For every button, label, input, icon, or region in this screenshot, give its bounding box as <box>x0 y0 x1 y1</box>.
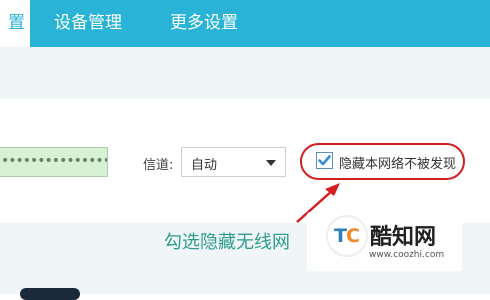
channel-select[interactable]: 自动 <box>181 147 286 177</box>
watermark-logo-letter-c: C <box>346 225 360 247</box>
top-nav-bar: 置 设备管理 更多设置 <box>0 0 490 47</box>
watermark-url: www.coozhi.com <box>369 250 445 260</box>
watermark-logo-icon: T C <box>326 215 368 257</box>
tab-device-management[interactable]: 设备管理 <box>54 0 122 47</box>
section-divider <box>0 47 490 99</box>
channel-select-value: 自动 <box>191 158 218 173</box>
annotation-text: 勾选隐藏无线网 <box>164 232 290 253</box>
tab-wireless-settings[interactable]: 置 <box>0 0 30 47</box>
wifi-password-field[interactable]: •••••••••••••••• <box>0 147 108 177</box>
channel-label: 信道: <box>143 158 174 173</box>
tab-more-settings[interactable]: 更多设置 <box>170 0 238 47</box>
chevron-down-icon <box>266 160 276 166</box>
tab-wireless-settings-label: 置 <box>8 13 25 33</box>
watermark-name: 酷知网 <box>370 225 437 250</box>
checkmark-icon <box>318 155 331 166</box>
hide-network-label: 隐藏本网络不被发现 <box>339 157 457 172</box>
bottom-button-edge[interactable] <box>20 288 80 300</box>
hide-network-checkbox[interactable] <box>316 152 333 169</box>
